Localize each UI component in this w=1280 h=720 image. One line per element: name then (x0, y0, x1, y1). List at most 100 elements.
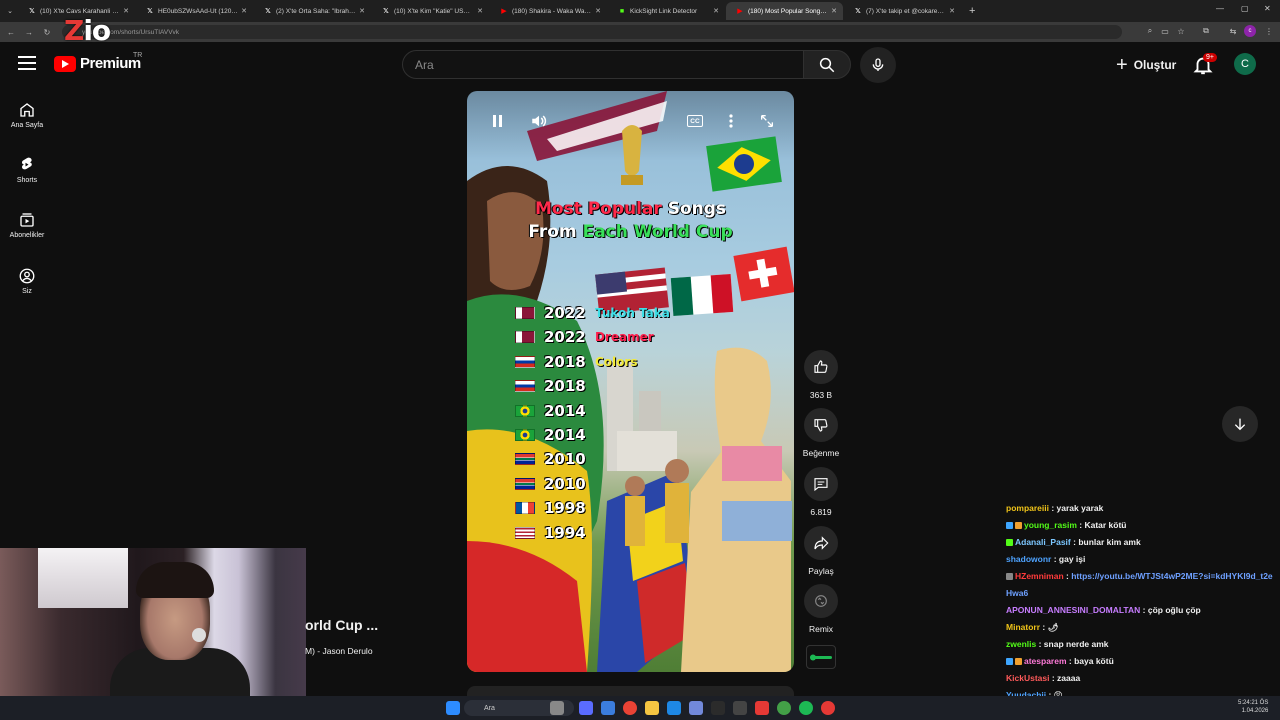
year-entry: 2014 (515, 425, 595, 445)
chat-username[interactable]: shadowonr (1006, 554, 1051, 564)
chat-username[interactable]: Minatorr (1006, 622, 1040, 632)
close-tab-icon[interactable]: ✕ (949, 7, 955, 15)
like-button[interactable]: 363 B (802, 350, 840, 400)
browser-tab[interactable]: 𝕏 HE0ubSZWsAAd-Ut (1206×564)✕ (136, 2, 253, 20)
voice-search-button[interactable] (860, 47, 896, 83)
chat-username[interactable]: pompareiii (1006, 503, 1049, 513)
bookmark-star-icon[interactable]: ☆ (1176, 26, 1186, 36)
search-button[interactable] (803, 50, 851, 79)
browser-menu-icon[interactable]: ⋮ (1264, 26, 1274, 36)
discord-icon[interactable] (689, 701, 703, 715)
chat-username[interactable]: APONUN_ANNESINI_DOMALTAN (1006, 605, 1140, 615)
close-tab-icon[interactable]: ✕ (595, 7, 601, 15)
share-button[interactable]: Paylaş (802, 526, 840, 576)
fullscreen-button[interactable] (756, 110, 778, 132)
close-tab-icon[interactable]: ✕ (831, 7, 837, 15)
maximize-icon[interactable]: ▢ (1241, 4, 1249, 13)
obs-icon[interactable] (711, 701, 725, 715)
sidebar-item-shorts[interactable]: Shorts (0, 156, 54, 184)
sidebar-item-subscriptions[interactable]: Abonelikler (0, 211, 54, 239)
youtube-premium-logo[interactable]: Premium (54, 55, 141, 72)
remix-button[interactable]: Remix (802, 584, 840, 634)
zoom-icon[interactable]: ⌕ (1145, 26, 1155, 36)
forward-icon[interactable]: → (22, 25, 36, 39)
year-label: 2014 (544, 426, 586, 444)
back-icon[interactable]: ← (4, 25, 18, 39)
qatar-flag-icon (515, 307, 535, 319)
account-avatar[interactable]: C (1234, 53, 1256, 75)
browser-tab[interactable]: ■ KickSight Link Detector ✕ (608, 2, 725, 20)
close-tab-icon[interactable]: ✕ (713, 7, 719, 15)
next-short-preview[interactable] (467, 686, 794, 696)
thumbs-up-icon (814, 360, 828, 373)
more-options-button[interactable] (720, 110, 742, 132)
close-tab-icon[interactable]: ✕ (477, 7, 483, 15)
widgets-icon[interactable] (550, 701, 564, 715)
task-view-icon[interactable] (579, 701, 593, 715)
sidebar-item-you[interactable]: Siz (0, 267, 54, 295)
chat-username[interactable]: zwenlis (1006, 639, 1036, 649)
chat-username[interactable]: HZemniman (1015, 571, 1064, 581)
close-tab-icon[interactable]: ✕ (241, 7, 247, 15)
x-icon: 𝕏 (855, 8, 861, 15)
pause-button[interactable] (486, 110, 508, 132)
copilot-icon[interactable] (601, 701, 615, 715)
chat-message: Adanali_Pasif : bunlar kim amk (1006, 534, 1276, 551)
chat-username[interactable]: KickUstasi (1006, 673, 1049, 683)
close-tab-icon[interactable]: ✕ (359, 7, 365, 15)
menu-icon[interactable] (18, 56, 36, 72)
edge-icon[interactable] (667, 701, 681, 715)
browser-tab[interactable]: ▶ (180) Shakira - Waka Waka (Thi..✕ (490, 2, 607, 20)
extensions-icon[interactable]: ⧉ (1201, 26, 1211, 36)
browser-tab[interactable]: ▶ (180) Most Popular Songs Fr.. ✕ (726, 2, 843, 20)
create-button[interactable]: + Oluştur (1106, 52, 1186, 78)
file-explorer-icon[interactable] (645, 701, 659, 715)
captions-button[interactable]: CC (684, 110, 706, 132)
close-tab-icon[interactable]: ✕ (123, 7, 129, 15)
browser-tab[interactable]: 𝕏 (7) X'te takip et @cokaregs: "Ib..✕ (844, 2, 961, 20)
sound-thumbnail[interactable] (806, 645, 836, 669)
chat-username[interactable]: atesparem (1024, 656, 1067, 666)
close-window-icon[interactable]: ✕ (1264, 4, 1271, 13)
chrome-green-icon[interactable] (777, 701, 791, 715)
windows-start-icon[interactable] (446, 701, 460, 715)
app-red-icon[interactable] (755, 701, 769, 715)
browser-tab[interactable]: 𝕏 (10) X'te Kim "Katie" USA: 🔴 ✕ (372, 2, 489, 20)
short-artist[interactable]: M) - Jason Derulo (305, 646, 373, 656)
reload-icon[interactable]: ↻ (40, 25, 54, 39)
headset-icon (192, 628, 206, 642)
browser-tab[interactable]: 𝕏 (2) X'te Orta Saha: "Ibrahim Ha..✕ (254, 2, 371, 20)
url-field[interactable]: youtube.com/shorts/UrsuTIAVVvk (62, 25, 1122, 39)
record-icon[interactable] (821, 701, 835, 715)
dislike-button[interactable]: Beğenme (802, 408, 840, 458)
next-short-button[interactable] (1222, 406, 1258, 442)
shorts-video-player[interactable]: CC Most Popular Songs From Each World Cu… (467, 91, 794, 672)
captions-icon: CC (687, 115, 703, 127)
browser-profile-avatar[interactable]: c (1244, 25, 1256, 37)
chrome-icon[interactable] (623, 701, 637, 715)
search-input[interactable]: Ara (402, 50, 804, 79)
steam-icon[interactable] (733, 701, 747, 715)
new-tab-button[interactable]: + (969, 5, 975, 17)
chat-username[interactable]: Adanali_Pasif (1015, 537, 1071, 547)
volume-button[interactable] (528, 110, 550, 132)
chat-username[interactable]: young_rasim (1024, 520, 1077, 530)
sidepanel-icon[interactable]: ⇆ (1228, 26, 1238, 36)
shorts-icon (21, 157, 32, 170)
x-icon: 𝕏 (383, 8, 389, 15)
comments-button[interactable]: 6.819 (802, 467, 840, 517)
microphone-icon (872, 58, 884, 71)
short-title[interactable]: orld Cup ... (305, 617, 378, 633)
taskbar-clock[interactable]: 5:24:21 ÖS 1.04.2026 (1238, 699, 1268, 715)
title-highlight: Most Popular (534, 199, 662, 219)
tab-search-icon[interactable]: ⌄ (3, 4, 17, 18)
country-code: TR (133, 52, 143, 59)
clock-date: 1.04.2026 (1241, 708, 1269, 714)
year-label: 2014 (544, 401, 586, 420)
chat-text: Katar kötü (1084, 520, 1127, 530)
spotify-taskbar-icon[interactable] (799, 701, 813, 715)
sidebar-item-home[interactable]: Ana Sayfa (0, 101, 54, 129)
webcam-background-window (38, 548, 128, 608)
minimize-icon[interactable]: — (1216, 4, 1224, 13)
cast-icon[interactable]: ▭ (1160, 26, 1170, 36)
